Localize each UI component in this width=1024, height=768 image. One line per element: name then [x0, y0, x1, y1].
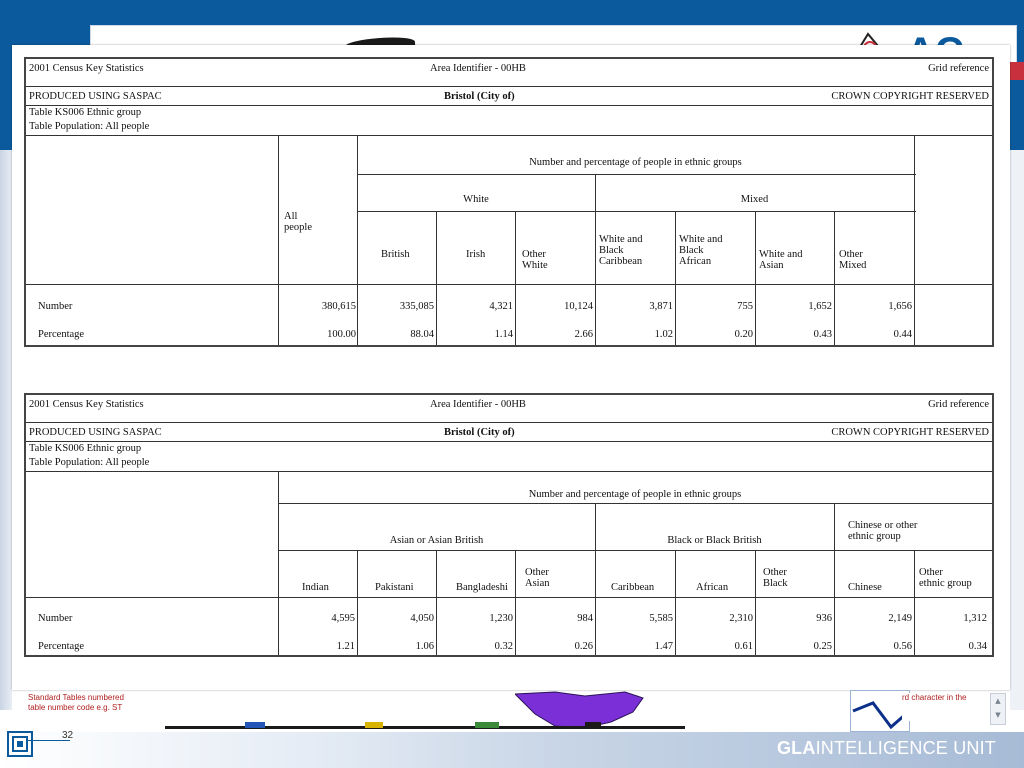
- table-cell: 2.66: [574, 329, 593, 340]
- scrollbar[interactable]: ▲ ▼: [990, 693, 1006, 725]
- scroll-down-icon[interactable]: ▼: [993, 710, 1003, 720]
- group-mixed: Mixed: [740, 194, 769, 205]
- table-cell: 1,230: [489, 613, 513, 624]
- col-bangladeshi: Bangladeshi: [456, 582, 508, 593]
- copyright: CROWN COPYRIGHT RESERVED: [831, 91, 989, 102]
- table-cell: 335,085: [399, 301, 434, 312]
- gla-bold: GLA: [776, 738, 816, 758]
- table-cell: 1,312: [963, 613, 987, 624]
- table-cell: 1,652: [808, 301, 832, 312]
- table-cell: 0.26: [574, 641, 593, 652]
- produced-using: PRODUCED USING SASPAC: [29, 427, 162, 438]
- col-white-black-caribbean: White and Black Caribbean: [599, 234, 643, 267]
- col-irish: Irish: [466, 249, 486, 260]
- slide-number: 32: [62, 730, 74, 741]
- background-graphic: [165, 722, 685, 729]
- table-cell: 1,656: [888, 301, 912, 312]
- right-border: [1010, 150, 1024, 710]
- gla-intelligence-unit-logo: GLAINTELLIGENCE UNIT: [777, 738, 996, 759]
- chart-thumbnail: [850, 690, 910, 732]
- col-other-black: Other Black: [763, 567, 788, 589]
- table-cell: 1.47: [654, 641, 673, 652]
- table-cell: 100.00: [327, 329, 356, 340]
- super-header: Number and percentage of people in ethni…: [529, 157, 742, 168]
- close-icon[interactable]: [1008, 62, 1024, 80]
- table-cell: 2,310: [729, 613, 753, 624]
- table-cell: 0.43: [813, 329, 832, 340]
- produced-using: PRODUCED USING SASPAC: [29, 91, 162, 102]
- col-other-asian: Other Asian: [525, 567, 550, 589]
- table-cell: 3,871: [649, 301, 673, 312]
- table-cell: 0.25: [813, 641, 832, 652]
- table-cell: 5,585: [649, 613, 673, 624]
- table-cell: 1.02: [654, 329, 673, 340]
- slide-logo-icon: [7, 731, 33, 757]
- super-header: Number and percentage of people in ethni…: [528, 489, 742, 500]
- standard-tables-note: Standard Tables numbered table number co…: [28, 693, 136, 723]
- col-chinese: Chinese: [848, 582, 882, 593]
- group-white: White: [463, 194, 489, 205]
- area-name: Bristol (City of): [444, 427, 515, 438]
- table-cell: 2,149: [888, 613, 912, 624]
- col-african: African: [696, 582, 729, 593]
- group-chinese-other: Chinese or other ethnic group: [848, 520, 918, 542]
- table-name: Table KS006 Ethnic group: [29, 443, 142, 454]
- table-cell: 1.14: [494, 329, 513, 340]
- col-white-black-african: White and Black African: [679, 234, 723, 267]
- census-table-2: 2001 Census Key Statistics Area Identifi…: [24, 393, 994, 657]
- table-population: Table Population: All people: [29, 121, 150, 132]
- left-border: [0, 150, 12, 710]
- table-cell: 4,595: [331, 613, 355, 624]
- intelligence-unit-text: INTELLIGENCE UNIT: [815, 738, 996, 758]
- area-name: Bristol (City of): [444, 91, 515, 102]
- table-title: 2001 Census Key Statistics: [29, 63, 144, 74]
- col-pakistani: Pakistani: [375, 582, 414, 593]
- col-other-ethnic-group: Other ethnic group: [919, 567, 972, 589]
- table-cell: 0.32: [494, 641, 513, 652]
- table-population: Table Population: All people: [29, 457, 150, 468]
- table-cell: 0.56: [893, 641, 912, 652]
- copyright: CROWN COPYRIGHT RESERVED: [831, 427, 989, 438]
- row-number-label: Number: [38, 301, 73, 312]
- table-cell: 380,615: [321, 301, 356, 312]
- all-people-header: All people: [284, 211, 312, 233]
- table-cell: 4,321: [489, 301, 513, 312]
- row-number-label: Number: [38, 613, 73, 624]
- table-cell: 755: [737, 301, 753, 312]
- row-percentage-label: Percentage: [38, 329, 85, 340]
- area-identifier: Area Identifier - 00HB: [430, 399, 526, 410]
- table-name: Table KS006 Ethnic group: [29, 107, 142, 118]
- chart-line-icon: [852, 701, 908, 730]
- area-identifier: Area Identifier - 00HB: [430, 63, 526, 74]
- table-cell: 1.21: [336, 641, 355, 652]
- col-caribbean: Caribbean: [611, 582, 655, 593]
- group-asian: Asian or Asian British: [389, 535, 484, 546]
- col-other-mixed: Other Mixed: [839, 249, 867, 271]
- table-cell: 984: [577, 613, 593, 624]
- table-cell: 1.06: [415, 641, 434, 652]
- col-british: British: [381, 249, 410, 260]
- table-cell: 4,050: [410, 613, 434, 624]
- grid-reference: Grid reference: [928, 399, 989, 410]
- table-cell: 0.34: [968, 641, 987, 652]
- table-cell: 0.44: [893, 329, 912, 340]
- table-cell: 0.61: [734, 641, 753, 652]
- col-white-asian: White and Asian: [759, 249, 803, 271]
- table-cell: 10,124: [564, 301, 593, 312]
- group-black: Black or Black British: [667, 535, 762, 546]
- grid-reference: Grid reference: [928, 63, 989, 74]
- scroll-up-icon[interactable]: ▲: [993, 696, 1003, 706]
- col-indian: Indian: [302, 582, 329, 593]
- table-cell: 936: [816, 613, 832, 624]
- table-cell: 0.20: [734, 329, 753, 340]
- table-title: 2001 Census Key Statistics: [29, 399, 144, 410]
- character-note: rd character in the: [902, 693, 992, 721]
- table-cell: 88.04: [410, 329, 434, 340]
- col-other-white: Other White: [522, 249, 548, 271]
- census-table-1: 2001 Census Key Statistics Area Identifi…: [24, 57, 994, 347]
- row-percentage-label: Percentage: [38, 641, 85, 652]
